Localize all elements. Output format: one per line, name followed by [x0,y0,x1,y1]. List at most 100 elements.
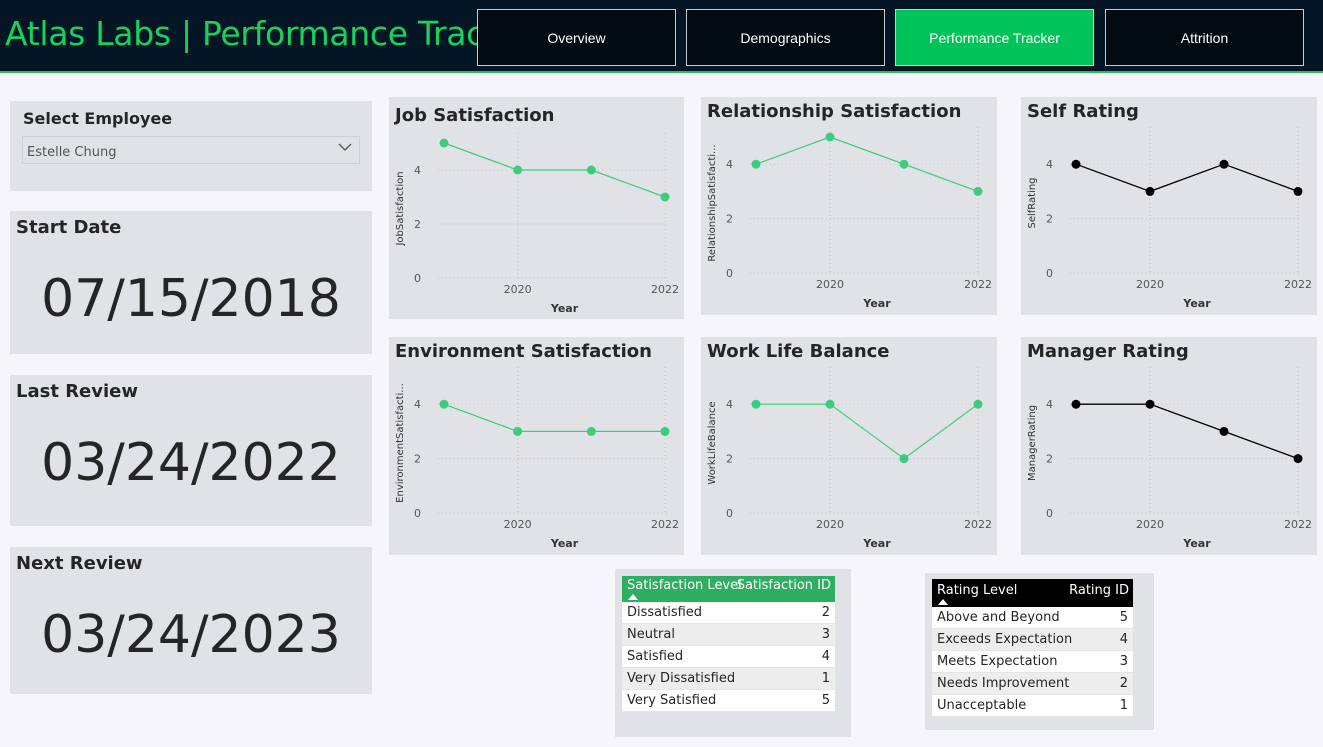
rating-level-header[interactable]: Rating Level [937,583,1017,598]
rating-level-cell: Meets Expectation [937,654,1058,669]
tab-performance-tracker[interactable]: Performance Tracker [895,9,1094,66]
data-point[interactable] [586,165,596,175]
rating-id-cell: 5 [1119,610,1128,625]
data-point[interactable] [1071,399,1081,409]
x-tick-label: 2022 [651,518,679,531]
tab-attrition[interactable]: Attrition [1105,9,1304,66]
satisfaction-level-cell: Dissatisfied [627,605,703,620]
data-point[interactable] [1145,399,1155,409]
data-point[interactable] [513,165,523,175]
satisfaction-id-cell: 2 [821,605,830,620]
data-point[interactable] [973,399,983,409]
rating-level-cell: Exceeds Expectation [937,632,1073,647]
rating-level-cell: Unacceptable [937,698,1027,713]
x-axis-title: Year [1182,297,1211,310]
last-review-label: Last Review [16,381,139,402]
data-point[interactable] [1145,186,1155,196]
data-point[interactable] [586,426,596,436]
data-point[interactable] [1071,159,1081,169]
satisfaction-level-cell: Very Satisfied [627,693,717,708]
satisfaction-table-card: Satisfaction Level Satisfaction ID Dissa… [615,569,851,737]
start-date-label: Start Date [16,217,122,238]
sort-ascending-icon [628,594,638,600]
header-bar: Atlas Labs | Performance Tracker Overvie… [0,0,1323,73]
data-point[interactable] [1293,454,1303,464]
data-point[interactable] [825,132,835,142]
employee-dropdown-value: Estelle Chung [27,145,117,160]
data-point[interactable] [660,426,670,436]
rating-table-header: Rating Level Rating ID [932,579,1133,607]
last-review-card: Last Review 03/24/2022 [10,375,372,526]
table-row[interactable]: Very Satisfied 5 [622,690,835,712]
satisfaction-table: Satisfaction Level Satisfaction ID Dissa… [622,576,835,712]
satisfaction-level-cell: Very Dissatisfied [627,671,736,686]
data-point[interactable] [973,186,983,196]
y-tick-label: 4 [414,398,421,411]
y-tick-label: 2 [414,453,421,466]
work-life-balance-chart: Work Life Balance 0 2 4 2020 2022 Year WorkLif… [701,337,997,555]
environment-satisfaction-chart: Environment Satisfaction 0 2 4 2020 2022 Year… [389,337,684,555]
satisfaction-table-header: Satisfaction Level Satisfaction ID [622,576,835,602]
x-axis-title: Year [862,537,891,550]
data-point[interactable] [1219,159,1229,169]
rating-id-header[interactable]: Rating ID [1069,583,1129,598]
table-row[interactable]: Above and Beyond 5 [932,607,1133,629]
last-review-value: 03/24/2022 [41,433,341,493]
y-tick-label: 0 [726,507,733,520]
y-axis-title: JobSatisfaction [395,171,406,246]
data-point[interactable] [751,159,761,169]
satisfaction-table-body: Dissatisfied 2 Neutral 3 Satisfied 4 Very Diss… [622,602,835,712]
chevron-down-icon[interactable] [337,139,353,155]
y-tick-label: 2 [1046,213,1053,226]
y-tick-label: 4 [1046,158,1053,171]
data-point[interactable] [899,159,909,169]
table-row[interactable]: Dissatisfied 2 [622,602,835,624]
data-point[interactable] [825,399,835,409]
table-row[interactable]: Unacceptable 1 [932,695,1133,717]
employee-dropdown[interactable]: Estelle Chung [22,136,360,164]
y-axis-title: WorkLifeBalance [707,401,718,484]
data-point[interactable] [660,192,670,202]
data-point[interactable] [439,399,449,409]
x-tick-label: 2022 [964,278,992,291]
data-point[interactable] [751,399,761,409]
table-row[interactable]: Satisfied 4 [622,646,835,668]
table-row[interactable]: Very Dissatisfied 1 [622,668,835,690]
series-line [443,403,665,433]
series-line [443,142,666,198]
series-line [1075,163,1299,193]
y-tick-label: 0 [726,267,733,280]
y-tick-label: 4 [1046,398,1053,411]
y-tick-label: 2 [726,213,733,226]
rating-table-card: Rating Level Rating ID Above and Beyond 5… [925,573,1154,730]
y-tick-label: 0 [414,272,421,285]
x-tick-label: 2020 [816,278,844,291]
rating-level-cell: Needs Improvement [937,676,1070,691]
data-point[interactable] [439,138,449,148]
table-row[interactable]: Needs Improvement 2 [932,673,1133,695]
table-row[interactable]: Meets Expectation 3 [932,651,1133,673]
start-date-card: Start Date 07/15/2018 [10,211,372,354]
data-point[interactable] [1293,186,1303,196]
job-satisfaction-plot: 0 2 4 2020 2022 Year JobSatisfaction [395,133,679,315]
relationship-satisfaction-plot: 0 2 4 2020 2022 Year RelationshipSatisfacti... [707,127,992,310]
x-tick-label: 2020 [504,283,532,296]
relationship-satisfaction-chart: Relationship Satisfaction 0 2 4 2020 2022 Yea… [701,97,997,315]
table-row[interactable]: Exceeds Expectation 4 [932,629,1133,651]
x-tick-label: 2022 [964,518,992,531]
tab-demographics[interactable]: Demographics [686,9,885,66]
tab-overview[interactable]: Overview [477,9,676,66]
data-point[interactable] [899,454,909,464]
rating-table: Rating Level Rating ID Above and Beyond 5… [932,579,1133,717]
data-point[interactable] [513,426,523,436]
app-title: Atlas Labs | Performance Tracker [5,14,535,53]
next-review-label: Next Review [16,553,143,574]
data-point[interactable] [1219,426,1229,436]
table-row[interactable]: Neutral 3 [622,624,835,646]
satisfaction-id-header[interactable]: Satisfaction ID [737,578,831,593]
satisfaction-level-header[interactable]: Satisfaction Level [627,578,742,593]
manager-rating-chart: Manager Rating 0 2 4 2020 2022 Year ManagerRat… [1021,337,1317,555]
x-axis-title: Year [550,302,579,315]
satisfaction-id-cell: 4 [821,649,830,664]
self-rating-chart: Self Rating 0 2 4 2020 2022 Year SelfRating [1021,97,1317,315]
